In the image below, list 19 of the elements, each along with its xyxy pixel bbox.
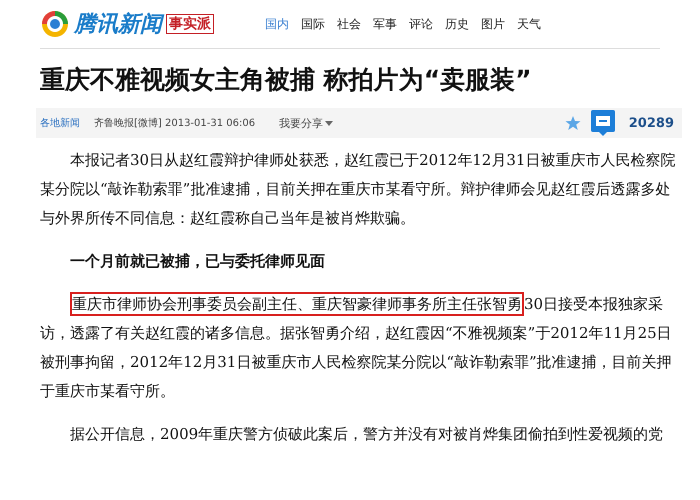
channel-link[interactable]: 各地新闻	[40, 116, 80, 130]
nav-link[interactable]: 社会	[337, 16, 361, 32]
nav-link[interactable]: 国际	[301, 16, 325, 32]
nav-link[interactable]: 军事	[373, 16, 397, 32]
nav-link[interactable]: 天气	[517, 16, 541, 32]
article-paragraph: 重庆市律师协会刑事委员会副主任、重庆智豪律师事务所主任张智勇 30日接受本报独家采访，透露了有关赵红霞的诸多信息。据张智勇介绍，赵红霞因“不雅视频案”于2012年11月25日被刑事拘留，2012年12月31日被重庆市人民检察院某分院以“敲诈勒索罪”批准逮捕，目前关押于重庆市某看守所。	[40, 290, 682, 406]
nav-link[interactable]: 评论	[409, 16, 433, 32]
article-title: 重庆不雅视频女主角被捕 称拍片为“卖服装”	[40, 64, 533, 96]
comment-count[interactable]: 20289	[628, 116, 674, 130]
nav-link[interactable]: 图片	[481, 16, 505, 32]
source-date: 齐鲁晚报[微博] 2013-01-31 06:06	[94, 116, 256, 130]
site-logo-text[interactable]: 腾讯新闻	[74, 9, 162, 39]
nav-link[interactable]: 国内	[265, 16, 289, 32]
article-paragraph: 据公开信息，2009年重庆警方侦破此案后，警方并没有对被肖烨集团偷拍到性爱视频的党	[69, 424, 664, 445]
article-paragraph: 本报记者30日从赵红霞辩护律师处获悉，赵红霞已于2012年12月31日被重庆市人民检察院某分院以“敲诈勒索罪”批准逮捕，目前关押在重庆市某看守所。辩护律师会见赵红霞后透露多处与外界所传不同信息：赵红霞称自己当年是被肖烨欺骗。	[40, 150, 676, 229]
share-menu[interactable]: 我要分享	[279, 116, 334, 130]
nav-link[interactable]: 历史	[445, 16, 469, 32]
section-heading: 一个月前就已被捕，已与委托律师见面	[69, 251, 326, 272]
column-stamp[interactable]: 事实派	[166, 14, 214, 34]
